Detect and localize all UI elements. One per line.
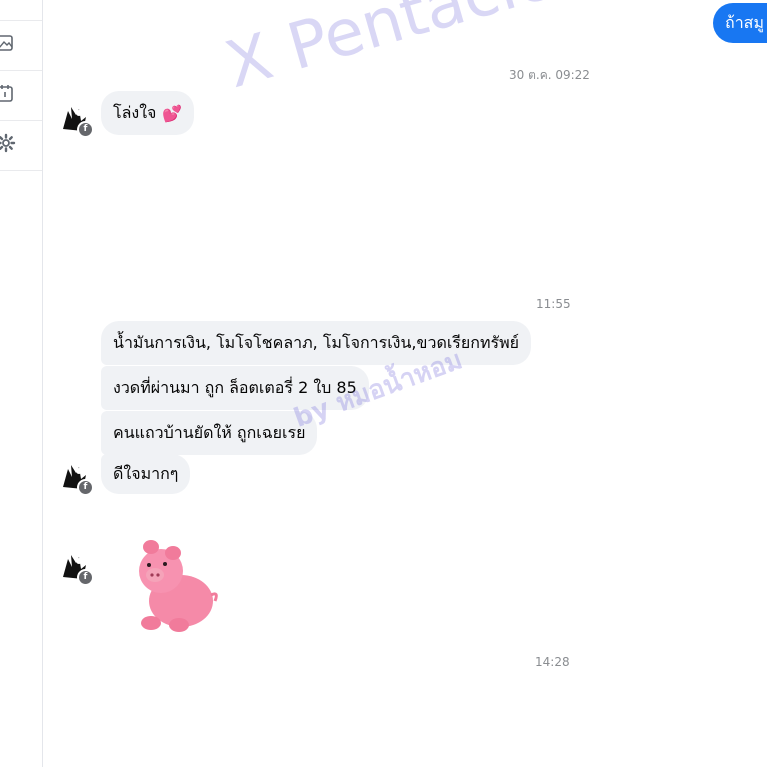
incoming-message-bubble[interactable]: คนแถวบ้านยัดให้ ถูกเฉยเรย <box>101 411 318 455</box>
incoming-message-bubble[interactable]: ดีใจมากๆ <box>101 454 191 494</box>
avatar[interactable]: f <box>59 103 94 138</box>
watermark-text: X Pentacles <box>218 0 595 104</box>
calendar-icon[interactable] <box>0 83 14 107</box>
message-timestamp: 14:28 <box>535 655 570 669</box>
left-sidebar <box>0 0 43 767</box>
sidebar-row-top[interactable] <box>0 0 42 21</box>
message-timestamp: 11:55 <box>536 297 571 311</box>
avatar[interactable]: f <box>59 461 94 496</box>
message-text: โล่งใจ <box>113 102 157 122</box>
pig-sticker-icon[interactable] <box>131 535 225 635</box>
incoming-message-bubble[interactable]: งวดที่ผ่านมา ถูก ล็อตเตอรี่ 2 ใบ 85 <box>101 366 369 410</box>
facebook-badge-icon: f <box>77 569 94 586</box>
facebook-badge-icon: f <box>77 121 94 138</box>
incoming-message-bubble[interactable]: น้ำมันการเงิน, โมโจโชคลาภ, โมโจการเงิน,ข… <box>101 321 532 365</box>
sidebar-row-events[interactable] <box>0 70 42 121</box>
two-hearts-emoji: 💕 <box>162 103 183 123</box>
sidebar-row-media[interactable] <box>0 20 42 71</box>
facebook-badge-icon: f <box>77 479 94 496</box>
image-icon[interactable] <box>0 34 14 56</box>
gear-icon[interactable] <box>0 133 16 157</box>
avatar[interactable]: f <box>59 551 94 586</box>
outgoing-message-bubble[interactable]: ถ้าสมู <box>713 3 767 43</box>
sidebar-row-settings[interactable] <box>0 120 42 171</box>
message-timestamp: 30 ต.ค. 09:22 <box>509 68 590 82</box>
incoming-message-bubble[interactable]: โล่งใจ 💕 <box>101 91 195 135</box>
